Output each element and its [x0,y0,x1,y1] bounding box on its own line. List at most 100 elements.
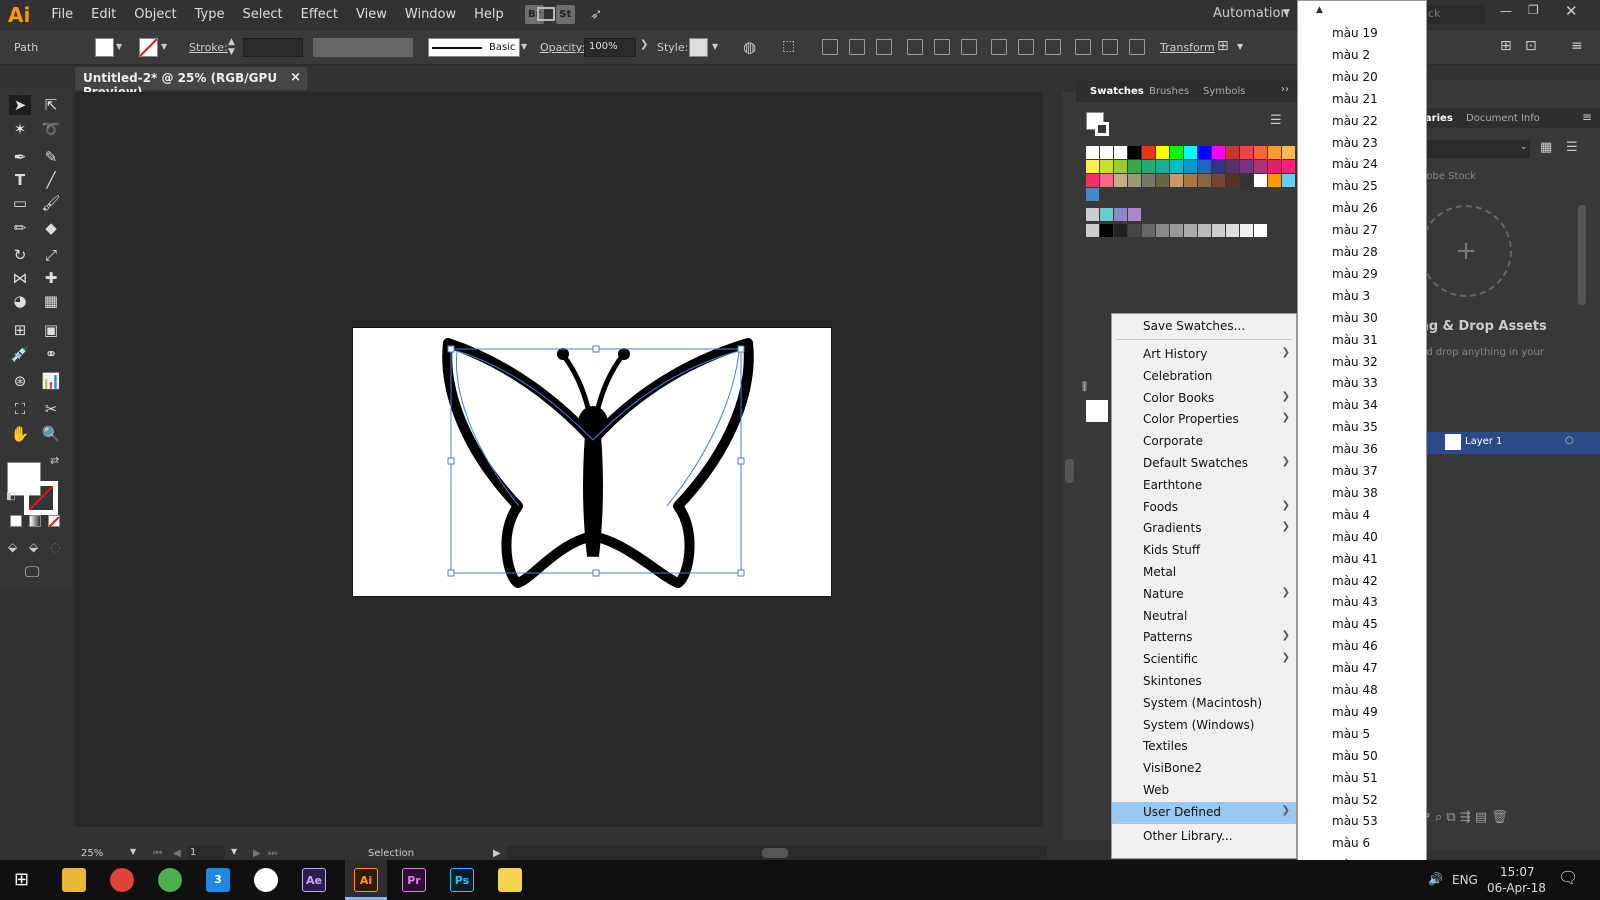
menu-type[interactable]: Type [186,7,234,22]
distribute-bottom-icon[interactable] [1045,39,1061,55]
swatch-libraries-menu-icon[interactable]: ⫼ [1082,380,1087,394]
swatch[interactable] [1212,224,1225,237]
submenu-item[interactable]: màu 5 [1332,723,1370,745]
tab-brushes[interactable]: Brushes [1149,86,1189,97]
align-top-icon[interactable] [907,39,923,55]
swatch[interactable] [1226,160,1239,173]
submenu-item[interactable]: màu 35 [1332,416,1378,438]
submenu-item[interactable]: màu 52 [1332,789,1378,811]
submenu-item[interactable]: màu 53 [1332,810,1378,832]
menu-item-corporate[interactable]: Corporate [1112,431,1296,453]
swatch[interactable] [1240,160,1253,173]
draw-inside-icon[interactable]: ◌ [50,540,60,554]
align-to-icon[interactable]: ⬚ [782,38,795,54]
submenu-item[interactable]: màu 28 [1332,241,1378,263]
menu-edit[interactable]: Edit [82,7,125,22]
layer-name[interactable]: Layer 1 [1465,436,1502,447]
isolate-icon[interactable]: ⊞ [1500,38,1512,54]
swatch[interactable] [1086,208,1099,221]
artboard-number[interactable]: 1 [187,846,225,860]
submenu-item[interactable]: màu 26 [1332,197,1378,219]
swatch[interactable] [1254,174,1267,187]
menu-item-color-books[interactable]: Color Books ❯ [1112,388,1296,410]
draw-behind-icon[interactable]: ⬙ [29,540,38,554]
mesh-tool-icon[interactable]: ⊞ [9,320,31,340]
swatch[interactable] [1142,146,1155,159]
artboard-tool-icon[interactable]: ⛶ [9,399,31,419]
artboard[interactable] [352,327,832,597]
submenu-item[interactable]: màu 2 [1332,44,1370,66]
swatch[interactable] [1268,146,1281,159]
chevron-down-icon[interactable]: ▼ [231,847,237,856]
swatch[interactable] [1254,160,1267,173]
photoshop-icon[interactable]: Ps [450,868,474,892]
swatch[interactable] [1114,208,1127,221]
illustrator-icon[interactable]: Ai [354,868,378,892]
panel-menu-icon[interactable]: ≡ [1571,38,1583,54]
scroll-up-icon[interactable]: ▲ [1316,5,1323,15]
screen-mode-icon[interactable]: 🖵 [25,563,39,581]
swatch[interactable] [1170,146,1183,159]
list-view-icon[interactable]: ☰ [1270,113,1282,128]
menu-item-save-swatches[interactable]: Save Swatches... [1112,316,1296,338]
swatch[interactable] [1114,146,1127,159]
menu-item-kids-stuff[interactable]: Kids Stuff [1112,540,1296,562]
clock-time[interactable]: 15:07 [1500,865,1535,879]
submenu-item[interactable]: màu 20 [1332,66,1378,88]
default-colors-icon[interactable]: ◧ [6,491,15,502]
distribute-center-icon[interactable] [1102,39,1118,55]
distribute-right-icon[interactable] [1129,39,1145,55]
close-tab-icon[interactable]: × [290,70,301,85]
menu-select[interactable]: Select [234,7,292,22]
gradient-mode-icon[interactable] [29,515,41,527]
swatch[interactable] [1128,224,1141,237]
menu-item-nature[interactable]: Nature ❯ [1112,584,1296,606]
swap-colors-icon[interactable]: ⇄ [50,454,59,467]
target-icon[interactable]: ○ [1565,435,1574,446]
graphic-style-swatch[interactable] [689,38,708,57]
status-menu-icon[interactable]: ▶ [493,848,501,859]
stroke-weight-field[interactable] [243,38,303,57]
swatch[interactable] [1100,160,1113,173]
submenu-item[interactable]: màu 49 [1332,701,1378,723]
bbox-handle[interactable] [447,569,455,577]
submenu-item[interactable]: màu 46 [1332,635,1378,657]
scale-tool-icon[interactable]: ⤢ [40,245,62,265]
stroke-color-box[interactable] [24,481,58,515]
minimize-icon[interactable]: — [1500,4,1512,18]
rocket-icon[interactable]: ➶ [590,5,603,23]
bbox-handle[interactable] [447,457,455,465]
swatch[interactable] [1268,174,1281,187]
vertical-scrollbar[interactable] [1062,92,1076,840]
distribute-middle-icon[interactable] [1018,39,1034,55]
swatch[interactable] [1212,174,1225,187]
swatch[interactable] [1128,208,1141,221]
direct-selection-tool-icon[interactable]: ⇱ [40,95,62,115]
paintbrush-tool-icon[interactable]: 🖌 [40,193,62,213]
menu-item-earthtone[interactable]: Earthtone [1112,475,1296,497]
swatch[interactable] [1086,146,1099,159]
swatch[interactable] [1240,224,1253,237]
swatch[interactable] [1226,224,1239,237]
stroke-label[interactable]: Stroke: [189,41,228,54]
media-player-icon[interactable] [254,868,278,892]
rotate-tool-icon[interactable]: ↻ [9,245,31,265]
swatch[interactable] [1184,174,1197,187]
shape-builder-tool-icon[interactable]: ◕ [9,291,31,311]
search-input[interactable]: ck [1425,5,1485,24]
submenu-item[interactable]: màu 22 [1332,110,1378,132]
blend-tool-icon[interactable]: ⚭ [40,344,62,364]
chevron-down-icon[interactable]: ▼ [521,42,527,51]
align-bottom-icon[interactable] [961,39,977,55]
swatch[interactable] [1128,160,1141,173]
sticky-notes-icon[interactable] [498,868,522,892]
tab-symbols[interactable]: Symbols [1203,86,1245,97]
stock-button[interactable]: St [555,5,575,24]
stroke-swatch[interactable] [139,38,158,57]
swatch[interactable] [1254,224,1267,237]
swatch[interactable] [1198,224,1211,237]
chevron-down-icon[interactable]: ▼ [130,847,136,856]
menu-item-metal[interactable]: Metal [1112,562,1296,584]
submenu-item[interactable]: màu 42 [1332,570,1378,592]
coccoc-icon[interactable] [158,868,182,892]
